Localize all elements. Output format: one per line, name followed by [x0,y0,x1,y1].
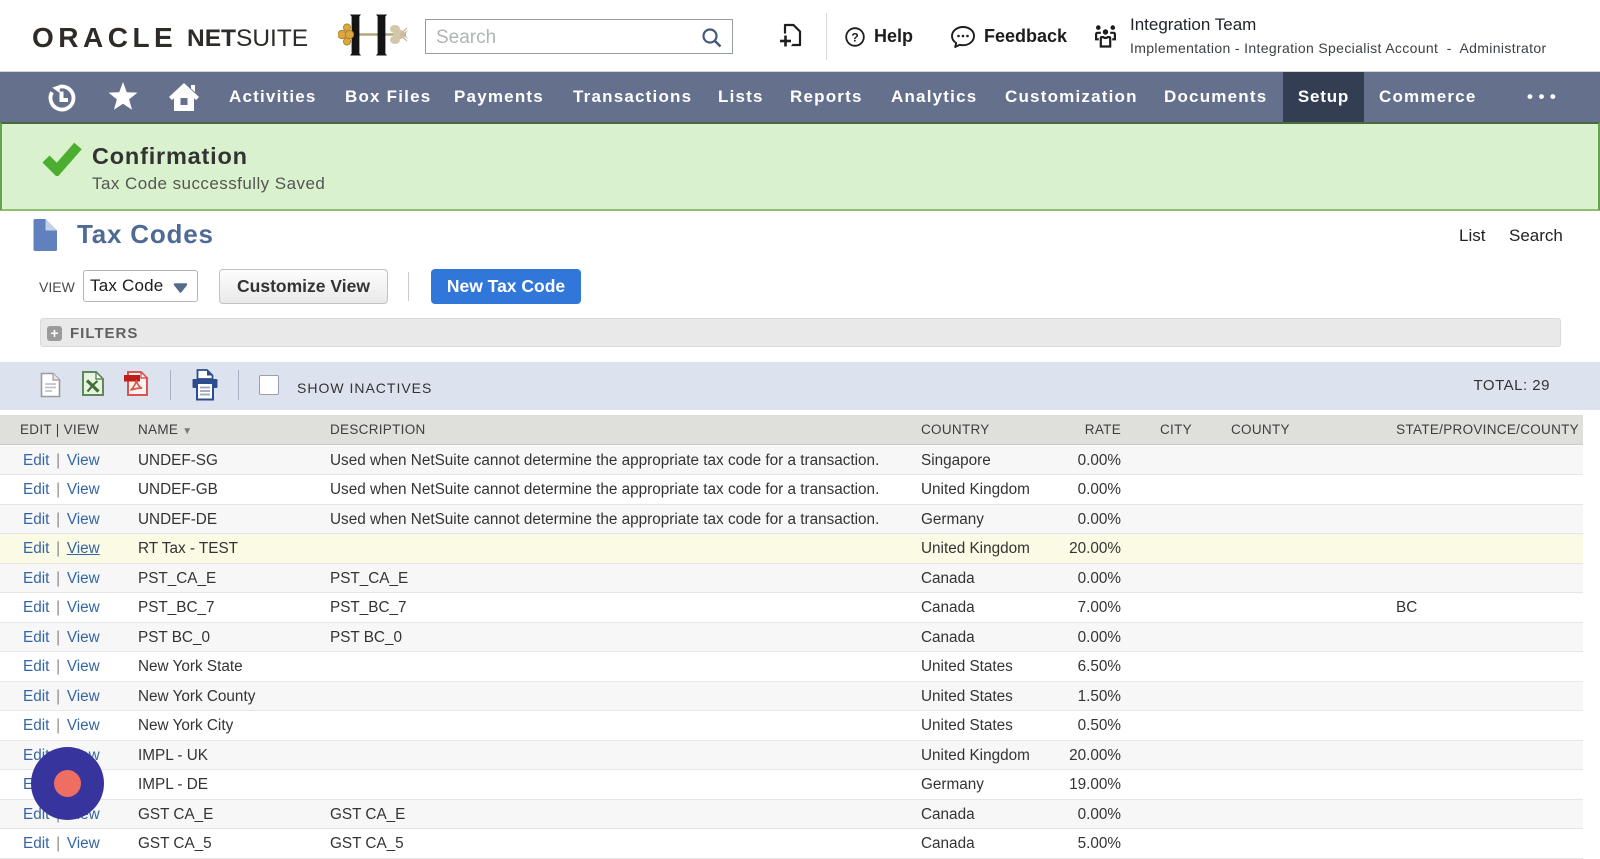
svg-text:?: ? [851,31,858,45]
